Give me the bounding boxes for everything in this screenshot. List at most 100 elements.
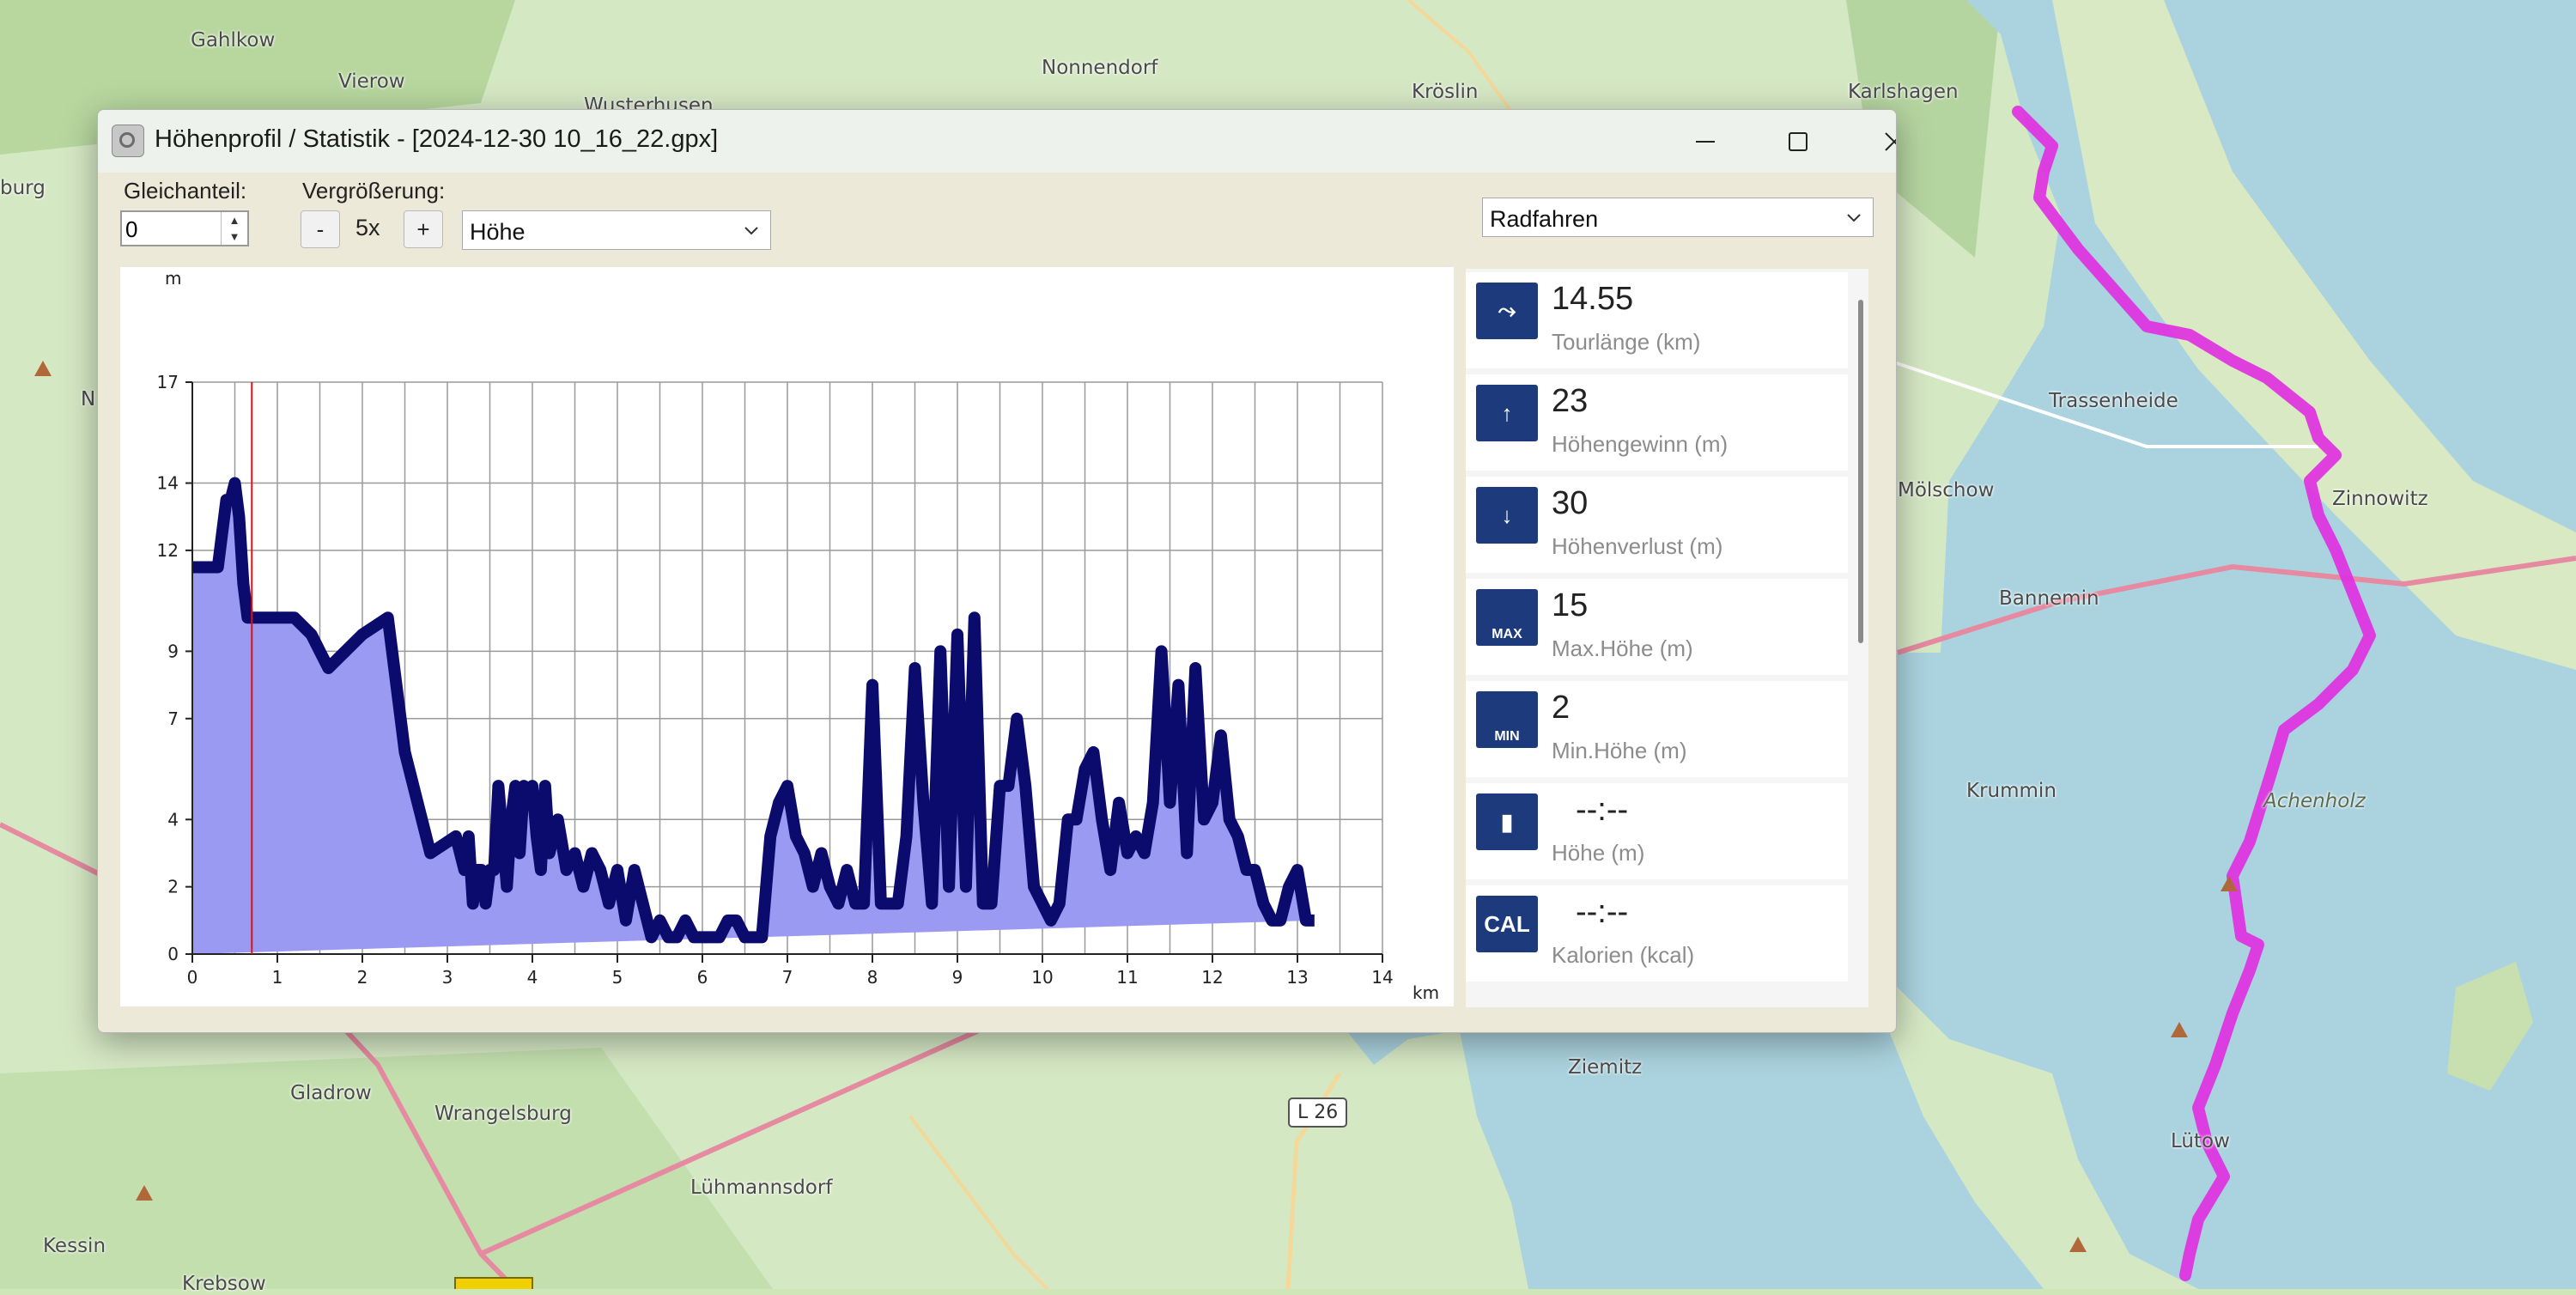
close-icon bbox=[1885, 131, 1896, 151]
chart-mode-select[interactable]: Höhe bbox=[462, 210, 771, 250]
x-axis-unit: km bbox=[1413, 982, 1439, 1003]
stat-value: 14.55 bbox=[1552, 281, 1634, 317]
zoom-in-button[interactable]: + bbox=[404, 210, 443, 248]
stat-value: --:-- bbox=[1576, 792, 1629, 828]
max-elevation-icon: MAX bbox=[1476, 589, 1538, 646]
map-label: Gladrow bbox=[290, 1082, 372, 1104]
elevation-gain-icon: ↑ bbox=[1476, 385, 1538, 441]
map-label: Wrangelsburg bbox=[434, 1103, 572, 1125]
x-tick-label: 2 bbox=[357, 967, 368, 988]
x-tick-label: 0 bbox=[187, 967, 198, 988]
map-label: Krebsow bbox=[182, 1273, 266, 1295]
x-tick-label: 14 bbox=[1371, 967, 1393, 988]
x-tick-label: 13 bbox=[1286, 967, 1308, 988]
window-titlebar[interactable]: Höhenprofil / Statistik - [2024-12-30 10… bbox=[98, 110, 1896, 173]
map-label: Kessin bbox=[43, 1235, 106, 1257]
close-button[interactable] bbox=[1848, 110, 1896, 173]
y-tick-label: 4 bbox=[167, 809, 179, 830]
window-title: Höhenprofil / Statistik - [2024-12-30 10… bbox=[155, 125, 719, 153]
map-label: Bannemin bbox=[1999, 587, 2099, 610]
scrollbar[interactable] bbox=[1858, 300, 1863, 643]
statistics-panel[interactable]: ⤳ 14.55 Tourlänge (km) ↑ 23 Höhengewinn (m) ↓ 3… bbox=[1466, 269, 1868, 1007]
stat-label: Min.Höhe (m) bbox=[1552, 738, 1687, 763]
stat-label: Tourlänge (km) bbox=[1552, 329, 1701, 355]
y-tick-label: 2 bbox=[167, 877, 179, 897]
minimize-icon bbox=[1696, 140, 1715, 143]
x-tick-label: 12 bbox=[1201, 967, 1223, 988]
stat-card: ⤳ 14.55 Tourlänge (km) bbox=[1466, 272, 1848, 368]
y-tick-label: 17 bbox=[157, 372, 179, 392]
map-label: Achenholz bbox=[2263, 790, 2366, 812]
map-label: Lühmannsdorf bbox=[690, 1176, 833, 1199]
activity-value: Radfahren bbox=[1490, 206, 1599, 232]
stat-card: ▮ --:-- Höhe (m) bbox=[1466, 783, 1848, 879]
stat-value: --:-- bbox=[1576, 894, 1629, 930]
y-tick-label: 12 bbox=[157, 540, 179, 561]
map-label: Lütow bbox=[2171, 1130, 2230, 1152]
map-label: Vierow bbox=[338, 70, 405, 93]
map-label: Gahlkow bbox=[191, 29, 276, 52]
map-label: Karlshagen bbox=[1848, 81, 1959, 103]
map-label: Kröslin bbox=[1412, 81, 1479, 103]
elevation-profile-window: Höhenprofil / Statistik - [2024-12-30 10… bbox=[97, 109, 1897, 1033]
zoom-value: 5x bbox=[355, 215, 380, 240]
min-elevation-icon: MIN bbox=[1476, 691, 1538, 748]
stat-label: Höhengewinn (m) bbox=[1552, 431, 1728, 457]
stat-label: Max.Höhe (m) bbox=[1552, 635, 1693, 661]
stat-value: 23 bbox=[1552, 383, 1589, 419]
stepper-up-icon[interactable]: ▲ bbox=[222, 212, 247, 228]
map-label: Ziemitz bbox=[1568, 1056, 1643, 1079]
map-label: Nonnendorf bbox=[1042, 57, 1158, 79]
elevation-chart-svg[interactable]: 024791214170 1 2 3 4 5 6 7 8 9 10 11 12 13 14mkm bbox=[120, 267, 1454, 1006]
minimize-button[interactable] bbox=[1659, 110, 1752, 173]
app-icon bbox=[112, 125, 144, 157]
stat-card: ↓ 30 Höhenverlust (m) bbox=[1466, 477, 1848, 573]
activity-select[interactable]: Radfahren bbox=[1482, 198, 1874, 237]
map-label: Zinnowitz bbox=[2332, 488, 2428, 510]
zoom-label: Vergrößerung: bbox=[302, 178, 446, 204]
x-tick-label: 9 bbox=[952, 967, 963, 988]
road-number-badge: L 26 bbox=[1288, 1097, 1348, 1128]
elevation-loss-icon: ↓ bbox=[1476, 487, 1538, 544]
stepper-down-icon[interactable]: ▼ bbox=[222, 228, 247, 245]
x-tick-label: 8 bbox=[867, 967, 878, 988]
map-label: burg bbox=[0, 177, 46, 199]
maximize-icon bbox=[1789, 131, 1807, 151]
stepper-arrows[interactable]: ▲ ▼ bbox=[221, 212, 247, 245]
stat-card: MIN 2 Min.Höhe (m) bbox=[1466, 681, 1848, 777]
x-tick-label: 1 bbox=[272, 967, 283, 988]
stat-card: MAX 15 Max.Höhe (m) bbox=[1466, 579, 1848, 675]
maximize-button[interactable] bbox=[1752, 110, 1844, 173]
map-label: Krummin bbox=[1966, 780, 2057, 802]
x-tick-label: 6 bbox=[697, 967, 708, 988]
offset-value[interactable]: 0 bbox=[125, 216, 137, 243]
route-length-icon: ⤳ bbox=[1476, 283, 1538, 339]
stat-card: CAL --:-- Kalorien (kcal) bbox=[1466, 885, 1848, 982]
stat-label: Höhe (m) bbox=[1552, 840, 1645, 866]
stat-label: Höhenverlust (m) bbox=[1552, 533, 1723, 559]
stat-value: 2 bbox=[1552, 690, 1571, 726]
x-tick-label: 3 bbox=[442, 967, 453, 988]
chevron-down-icon bbox=[1847, 214, 1861, 222]
y-tick-label: 14 bbox=[157, 473, 179, 494]
x-tick-label: 5 bbox=[612, 967, 623, 988]
elevation-chart[interactable]: 0 2 4 7 9 12 14 17 0 1 2 3 4 5 6 7 8 9 10 11 12 13 14 m km bbox=[120, 267, 1454, 1006]
stat-label: Kalorien (kcal) bbox=[1552, 942, 1695, 968]
y-tick-label: 9 bbox=[167, 641, 179, 661]
stat-card: ↑ 23 Höhengewinn (m) bbox=[1466, 374, 1848, 471]
offset-stepper[interactable]: 0 ▲ ▼ bbox=[120, 210, 249, 246]
y-axis-unit: m bbox=[165, 268, 181, 289]
y-tick-label: 7 bbox=[167, 708, 179, 729]
y-tick-label: 0 bbox=[167, 944, 179, 964]
yellow-marker bbox=[454, 1277, 533, 1289]
x-tick-label: 7 bbox=[782, 967, 793, 988]
elevation-icon: ▮ bbox=[1476, 793, 1538, 850]
x-tick-label: 10 bbox=[1031, 967, 1053, 988]
chevron-down-icon bbox=[744, 227, 758, 235]
map-label: Mölschow bbox=[1898, 479, 1995, 502]
chart-mode-value: Höhe bbox=[470, 219, 526, 245]
zoom-out-button[interactable]: - bbox=[301, 210, 340, 248]
calories-icon: CAL bbox=[1476, 896, 1538, 952]
x-tick-label: 11 bbox=[1116, 967, 1138, 988]
map-label: Trassenheide bbox=[2049, 390, 2178, 412]
